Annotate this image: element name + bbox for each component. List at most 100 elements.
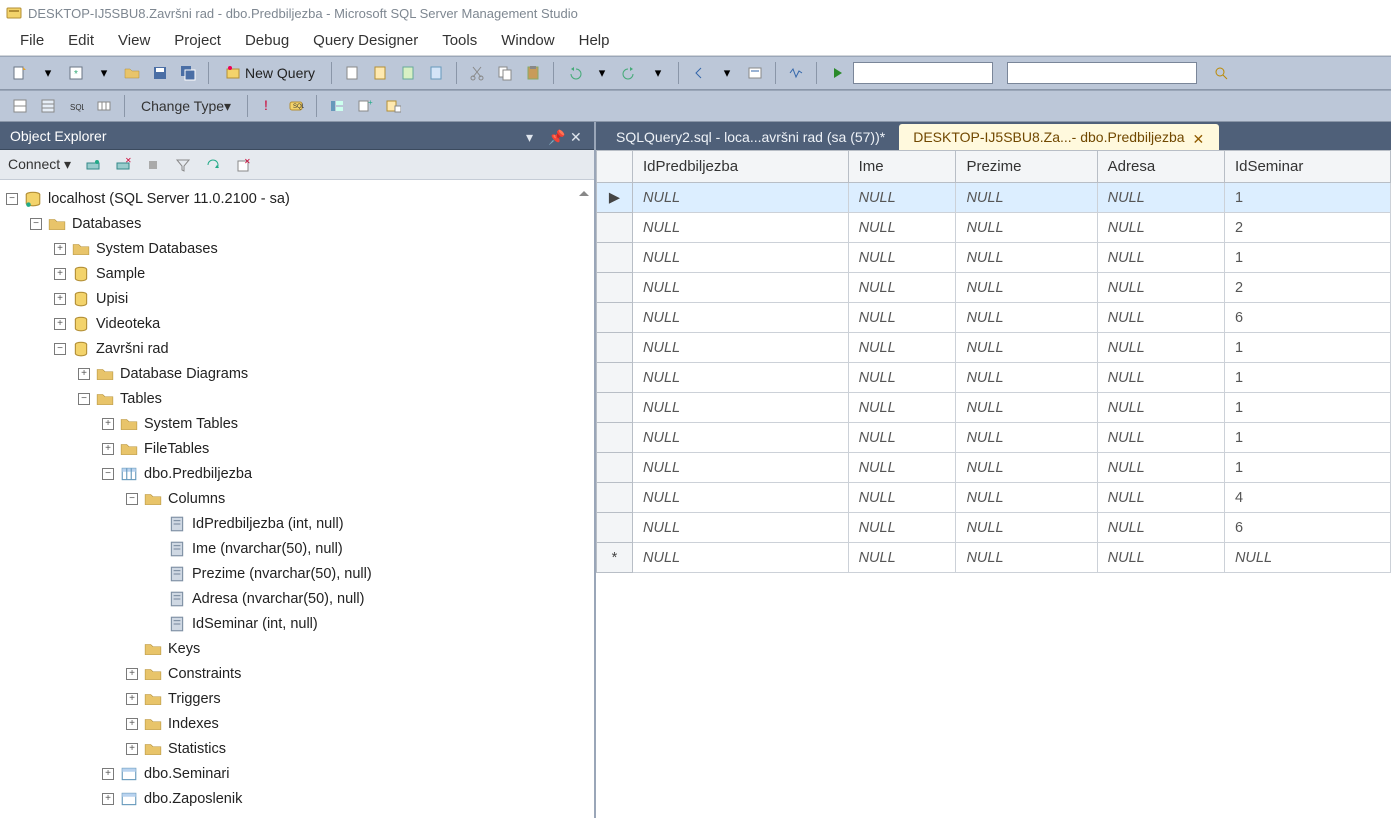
grid-cell[interactable]: 1 xyxy=(1224,333,1390,363)
delete-icon[interactable]: ✕ xyxy=(231,153,255,177)
change-type-button[interactable]: Change Type ▾ xyxy=(133,94,239,118)
group-by-icon[interactable] xyxy=(325,94,349,118)
grid-cell[interactable]: NULL xyxy=(1097,243,1224,273)
tree-columns[interactable]: −Columns xyxy=(0,486,594,511)
tree-diagrams[interactable]: +Database Diagrams xyxy=(0,361,594,386)
tree-table-predbiljezba[interactable]: −dbo.Predbiljezba xyxy=(0,461,594,486)
grid-cell[interactable]: NULL xyxy=(848,303,956,333)
grid-cell[interactable]: NULL xyxy=(956,543,1097,573)
table-row[interactable]: NULLNULLNULLNULL1 xyxy=(597,393,1391,423)
table-row[interactable]: NULLNULLNULLNULL1 xyxy=(597,363,1391,393)
col-ime[interactable]: Ime xyxy=(848,151,956,183)
menu-tools[interactable]: Tools xyxy=(430,28,489,53)
filter-icon[interactable] xyxy=(171,153,195,177)
grid-cell[interactable]: NULL xyxy=(848,243,956,273)
panel-close-icon[interactable]: ✕ xyxy=(570,129,584,143)
script3-icon[interactable] xyxy=(396,61,420,85)
grid-cell[interactable]: NULL xyxy=(956,423,1097,453)
script-icon[interactable] xyxy=(340,61,364,85)
execute-icon[interactable]: ! xyxy=(256,94,280,118)
grid-cell[interactable]: 2 xyxy=(1224,273,1390,303)
grid-cell[interactable]: NULL xyxy=(956,453,1097,483)
nav-drop-icon[interactable]: ▾ xyxy=(715,61,739,85)
save-all-icon[interactable] xyxy=(176,61,200,85)
grid-cell[interactable]: NULL xyxy=(1097,483,1224,513)
cut-icon[interactable] xyxy=(465,61,489,85)
grid-cell[interactable]: NULL xyxy=(1097,363,1224,393)
copy-icon[interactable] xyxy=(493,61,517,85)
grid-cell[interactable]: NULL xyxy=(848,183,956,213)
grid-cell[interactable]: 1 xyxy=(1224,423,1390,453)
tree-server[interactable]: −localhost (SQL Server 11.0.2100 - sa) xyxy=(0,186,594,211)
add-derived-icon[interactable] xyxy=(381,94,405,118)
grid-cell[interactable]: NULL xyxy=(956,273,1097,303)
grid-cell[interactable]: 4 xyxy=(1224,483,1390,513)
grid-cell[interactable]: NULL xyxy=(633,453,849,483)
row-selector[interactable] xyxy=(597,333,633,363)
nav-back-icon[interactable] xyxy=(687,61,711,85)
col-prezime[interactable]: Prezime xyxy=(956,151,1097,183)
tree-db-upisi[interactable]: +Upisi xyxy=(0,286,594,311)
grid-cell[interactable]: NULL xyxy=(1097,393,1224,423)
tree-col-ime[interactable]: Ime (nvarchar(50), null) xyxy=(0,536,594,561)
grid-cell[interactable]: NULL xyxy=(633,303,849,333)
refresh-icon[interactable] xyxy=(201,153,225,177)
tree-keys[interactable]: Keys xyxy=(0,636,594,661)
row-selector[interactable] xyxy=(597,423,633,453)
dropdown-icon[interactable]: ▾ xyxy=(36,61,60,85)
tree-table-zaposlenik[interactable]: +dbo.Zaposlenik xyxy=(0,786,594,811)
config-combo[interactable] xyxy=(1007,62,1197,84)
tree-triggers[interactable]: +Triggers xyxy=(0,686,594,711)
grid-cell[interactable]: 6 xyxy=(1224,513,1390,543)
save-icon[interactable] xyxy=(148,61,172,85)
grid-cell[interactable]: NULL xyxy=(1097,183,1224,213)
grid-cell[interactable]: NULL xyxy=(1097,303,1224,333)
table-row[interactable]: NULLNULLNULLNULL1 xyxy=(597,423,1391,453)
grid-cell[interactable]: NULL xyxy=(848,333,956,363)
grid-cell[interactable]: NULL xyxy=(1097,543,1224,573)
grid-cell[interactable]: 1 xyxy=(1224,243,1390,273)
tree-col-adresa[interactable]: Adresa (nvarchar(50), null) xyxy=(0,586,594,611)
grid-cell[interactable]: NULL xyxy=(848,393,956,423)
table-row[interactable]: NULLNULLNULLNULL1 xyxy=(597,243,1391,273)
table-row[interactable]: NULLNULLNULLNULL1 xyxy=(597,453,1391,483)
grid-cell[interactable]: NULL xyxy=(848,513,956,543)
criteria-pane-icon[interactable] xyxy=(36,94,60,118)
grid-cell[interactable]: NULL xyxy=(956,333,1097,363)
panel-dropdown-icon[interactable]: ▾ xyxy=(526,129,540,143)
table-row[interactable]: NULLNULLNULLNULL2 xyxy=(597,213,1391,243)
scroll-up-icon[interactable] xyxy=(576,186,592,202)
undo-icon[interactable] xyxy=(562,61,586,85)
grid-cell[interactable]: NULL xyxy=(1097,453,1224,483)
tree-system-tables[interactable]: +System Tables xyxy=(0,411,594,436)
script4-icon[interactable] xyxy=(424,61,448,85)
sql-pane-icon[interactable]: SQL xyxy=(64,94,88,118)
col-idseminar[interactable]: IdSeminar xyxy=(1224,151,1390,183)
grid-cell[interactable]: NULL xyxy=(1097,333,1224,363)
grid-cell[interactable]: NULL xyxy=(1097,513,1224,543)
menu-project[interactable]: Project xyxy=(162,28,233,53)
play-icon[interactable] xyxy=(825,61,849,85)
grid-cell[interactable]: 6 xyxy=(1224,303,1390,333)
undo-drop-icon[interactable]: ▾ xyxy=(590,61,614,85)
tab-predbiljezba[interactable]: DESKTOP-IJ5SBU8.Za...- dbo.Predbiljezba … xyxy=(899,124,1218,150)
menu-edit[interactable]: Edit xyxy=(56,28,106,53)
menu-window[interactable]: Window xyxy=(489,28,566,53)
row-selector[interactable] xyxy=(597,483,633,513)
grid-cell[interactable]: NULL xyxy=(1097,423,1224,453)
disconnect-icon[interactable]: ✕ xyxy=(111,153,135,177)
grid-cell[interactable]: NULL xyxy=(956,303,1097,333)
table-row[interactable]: *NULLNULLNULLNULLNULL xyxy=(597,543,1391,573)
grid-cell[interactable]: NULL xyxy=(956,393,1097,423)
open-folder-icon[interactable] xyxy=(120,61,144,85)
table-row[interactable]: NULLNULLNULLNULL4 xyxy=(597,483,1391,513)
row-selector[interactable]: * xyxy=(597,543,633,573)
new-query-button[interactable]: New Query xyxy=(217,61,323,85)
panel-pin-icon[interactable]: 📌 xyxy=(548,129,562,143)
tree-system-databases[interactable]: +System Databases xyxy=(0,236,594,261)
grid-cell[interactable]: NULL xyxy=(633,363,849,393)
col-adresa[interactable]: Adresa xyxy=(1097,151,1224,183)
row-selector[interactable] xyxy=(597,273,633,303)
find-icon[interactable] xyxy=(743,61,767,85)
tree-scrollbar[interactable] xyxy=(576,186,592,812)
